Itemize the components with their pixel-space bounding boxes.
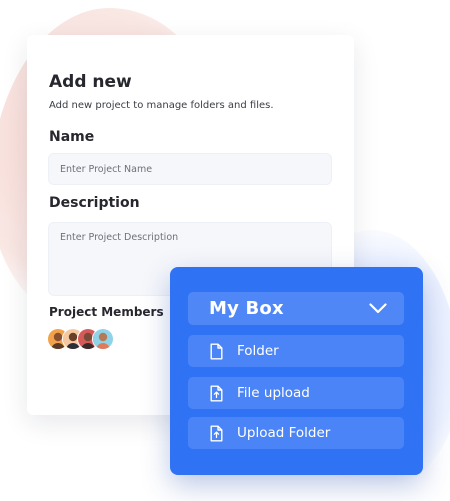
project-name-input[interactable] [48, 153, 332, 185]
description-label: Description [49, 195, 140, 211]
card-title: Add new [49, 72, 132, 92]
upload-folder-icon [209, 424, 223, 442]
menu-item-label: Folder [237, 343, 279, 359]
create-menu-panel: My Box Folder File upload Upload Folder [170, 267, 423, 475]
dropdown-label: My Box [209, 298, 284, 319]
menu-item-folder[interactable]: Folder [188, 335, 404, 367]
project-members-label: Project Members [49, 305, 164, 319]
card-subtitle: Add new project to manage folders and fi… [49, 100, 274, 111]
menu-item-file-upload[interactable]: File upload [188, 377, 404, 409]
chevron-down-icon [369, 299, 387, 318]
member-avatars [47, 328, 114, 350]
name-label: Name [49, 129, 95, 145]
menu-item-label: File upload [237, 385, 310, 401]
menu-item-upload-folder[interactable]: Upload Folder [188, 417, 404, 449]
file-upload-icon [209, 384, 223, 402]
file-icon [209, 342, 223, 360]
menu-item-label: Upload Folder [237, 425, 331, 441]
my-box-dropdown[interactable]: My Box [188, 292, 404, 325]
avatar[interactable] [92, 328, 114, 350]
